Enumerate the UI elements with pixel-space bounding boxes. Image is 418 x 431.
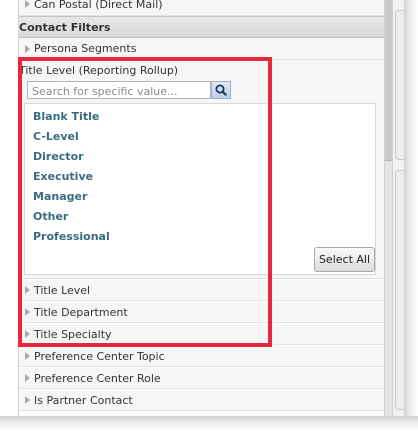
scrollbar-thumb[interactable] — [385, 0, 392, 161]
filter-item-persona-segments[interactable]: Persona Segments — [19, 38, 385, 60]
triangle-right-icon — [25, 352, 30, 360]
value-option-c-level[interactable]: C-Level — [33, 130, 79, 144]
filter-item-title-department[interactable]: Title Department — [19, 302, 385, 323]
section-title: Contact Filters — [19, 20, 111, 34]
filter-item-title-level[interactable]: Title Level — [19, 280, 385, 301]
search-button[interactable] — [211, 81, 231, 99]
triangle-right-icon — [25, 330, 30, 338]
filter-item-title-specialty[interactable]: Title Specialty — [19, 324, 385, 345]
filter-panel: Can Postal (Direct Mail) Contact Filters… — [18, 0, 385, 416]
triangle-right-icon — [25, 374, 30, 382]
filter-item-label: Title Department — [34, 305, 128, 319]
triangle-right-icon — [25, 396, 30, 404]
value-search-input[interactable] — [30, 83, 212, 99]
filter-item-title-level-reporting-rollup: Title Level (Reporting Rollup) Blank Tit… — [19, 60, 385, 279]
filter-item-preference-center-role[interactable]: Preference Center Role — [19, 368, 385, 389]
value-option-director[interactable]: Director — [33, 150, 84, 164]
filter-item-label: Is Partner Contact — [34, 393, 133, 407]
value-search-field — [27, 81, 212, 99]
filter-item-label: Can Postal (Direct Mail) — [34, 0, 163, 11]
value-list: Blank Title C-Level Director Executive M… — [24, 103, 376, 275]
frame-shadow — [0, 416, 418, 431]
select-all-button[interactable]: Select All — [314, 247, 375, 272]
section-header-contact-filters[interactable]: Contact Filters — [19, 16, 385, 38]
filter-item-is-partner-contact[interactable]: Is Partner Contact — [19, 390, 385, 411]
filter-item-label: Title Level — [34, 283, 91, 297]
side-panel-tab[interactable] — [395, 10, 404, 160]
filter-item-label: Preference Center Role — [34, 371, 161, 385]
triangle-right-icon — [25, 44, 30, 53]
magnifier-icon — [215, 84, 227, 96]
filter-item-label: Preference Center Topic — [34, 349, 165, 363]
triangle-right-icon — [25, 308, 30, 316]
triangle-right-icon — [25, 286, 30, 294]
side-panel-tab[interactable] — [395, 170, 404, 410]
filter-item-label: Title Level (Reporting Rollup) — [19, 63, 179, 77]
frame-shadow — [404, 0, 418, 431]
filter-item-header[interactable]: Title Level (Reporting Rollup) — [19, 60, 178, 80]
value-option-manager[interactable]: Manager — [33, 190, 87, 204]
filter-item-label: Title Specialty — [34, 327, 112, 341]
value-option-blank-title[interactable]: Blank Title — [33, 110, 99, 124]
value-option-executive[interactable]: Executive — [33, 170, 93, 184]
triangle-right-icon — [25, 0, 30, 8]
filter-item-preference-center-topic[interactable]: Preference Center Topic — [19, 346, 385, 367]
value-option-other[interactable]: Other — [33, 210, 68, 224]
value-option-professional[interactable]: Professional — [33, 230, 110, 244]
filter-item-label: Persona Segments — [34, 42, 137, 55]
vertical-scrollbar[interactable] — [384, 0, 393, 416]
filter-item-can-postal[interactable]: Can Postal (Direct Mail) — [19, 0, 385, 16]
